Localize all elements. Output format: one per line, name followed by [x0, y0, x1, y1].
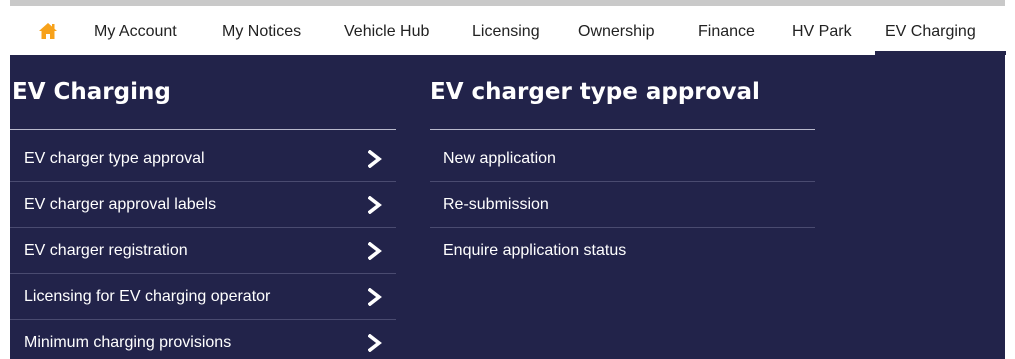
nav-item-ownership[interactable]: Ownership: [578, 6, 654, 55]
submenu-item-new-application[interactable]: New application: [430, 136, 815, 182]
main-nav: My Account My Notices Vehicle Hub Licens…: [10, 6, 1006, 55]
submenu-title: EV charger type approval: [430, 79, 760, 105]
chevron-right-icon: [368, 150, 382, 168]
page: My Account My Notices Vehicle Hub Licens…: [0, 0, 1015, 359]
submenu-item-re-submission[interactable]: Re-submission: [430, 182, 815, 228]
nav-item-my-account[interactable]: My Account: [94, 6, 177, 55]
submenu-item-enquire-application-status[interactable]: Enquire application status: [430, 228, 815, 274]
nav-item-vehicle-hub[interactable]: Vehicle Hub: [344, 6, 429, 55]
menu-item-label: EV charger registration: [24, 242, 188, 259]
menu-item-ev-charger-registration[interactable]: EV charger registration: [10, 228, 396, 274]
nav-item-hv-park[interactable]: HV Park: [792, 6, 852, 55]
menu-item-ev-charger-approval-labels[interactable]: EV charger approval labels: [10, 182, 396, 228]
menu-item-label: Licensing for EV charging operator: [24, 288, 271, 305]
section-title: EV Charging: [12, 79, 171, 105]
nav-item-my-notices[interactable]: My Notices: [222, 6, 301, 55]
submenu-item-label: New application: [443, 150, 556, 167]
home-icon[interactable]: [38, 21, 58, 41]
mega-menu-panel: EV Charging EV charger type approval EV …: [10, 55, 1005, 359]
nav-item-finance[interactable]: Finance: [698, 6, 755, 55]
chevron-right-icon: [368, 288, 382, 306]
menu-item-minimum-charging-provisions[interactable]: Minimum charging provisions: [10, 320, 396, 359]
submenu-item-label: Re-submission: [443, 196, 549, 213]
menu-item-label: EV charger type approval: [24, 150, 205, 167]
menu-item-label: Minimum charging provisions: [24, 334, 232, 351]
chevron-right-icon: [368, 242, 382, 260]
chevron-right-icon: [368, 196, 382, 214]
menu-item-ev-charger-type-approval[interactable]: EV charger type approval: [10, 136, 396, 182]
submenu-item-label: Enquire application status: [443, 242, 627, 259]
nav-item-ev-charging[interactable]: EV Charging: [875, 6, 1006, 55]
submenu-title-divider: [430, 129, 815, 130]
menu-item-label: EV charger approval labels: [24, 196, 217, 213]
section-title-divider: [10, 129, 396, 130]
menu-item-licensing-ev-charging-operator[interactable]: Licensing for EV charging operator: [10, 274, 396, 320]
chevron-right-icon: [368, 334, 382, 352]
nav-item-licensing[interactable]: Licensing: [472, 6, 540, 55]
